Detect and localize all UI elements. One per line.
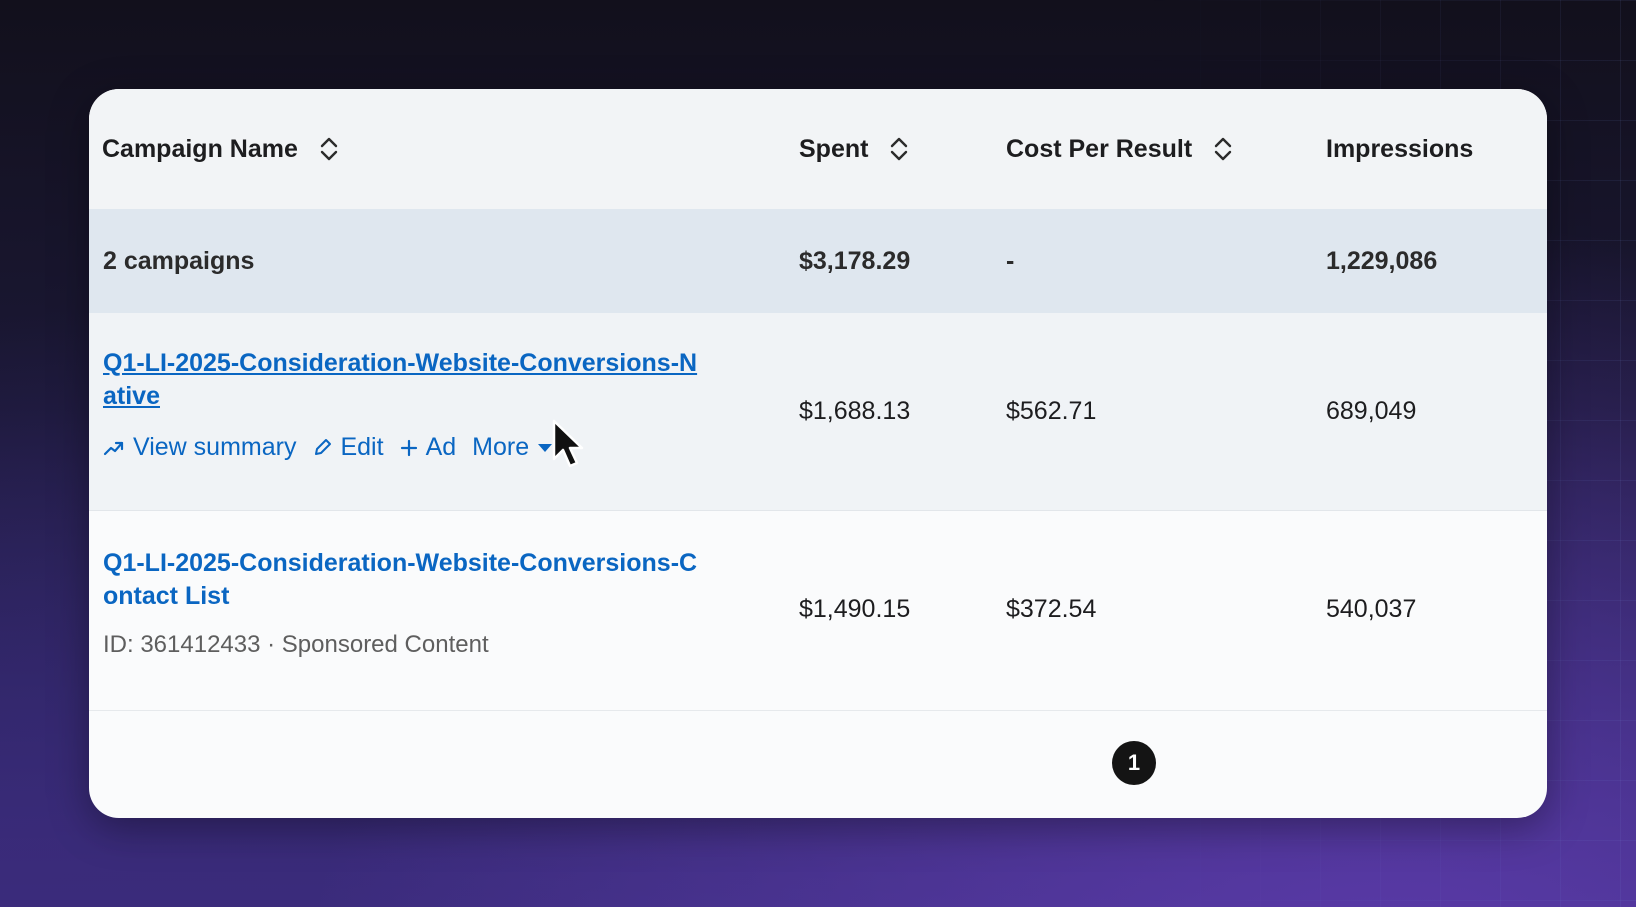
total-impressions: 1,229,086 — [1326, 247, 1438, 275]
campaign-meta: ID: 361412433 · Sponsored Content — [103, 631, 489, 658]
mouse-pointer-icon — [552, 419, 584, 468]
campaign-cost-per-result: $372.54 — [1006, 595, 1097, 623]
column-header-spent[interactable]: Spent — [799, 133, 910, 165]
view-summary-button[interactable]: View summary — [103, 433, 296, 462]
pagination-page-button[interactable]: 1 — [1112, 741, 1156, 785]
edit-button[interactable]: Edit — [312, 433, 384, 462]
trend-up-icon — [103, 441, 124, 455]
column-header-impressions[interactable]: Impressions — [1326, 133, 1473, 165]
sort-icon[interactable] — [318, 135, 340, 163]
campaign-name-link[interactable]: Q1-LI-2025-Consideration-Website-Convers… — [103, 347, 703, 413]
column-header-label: Cost Per Result — [1006, 134, 1193, 163]
column-header-label: Spent — [799, 134, 869, 163]
table-row: Q1-LI-2025-Consideration-Website-Convers… — [89, 313, 1547, 511]
total-row: 2 campaigns $3,178.29 - 1,229,086 — [89, 209, 1547, 313]
campaign-spent: $1,688.13 — [799, 397, 911, 425]
more-label: More — [472, 433, 530, 461]
column-header-campaign-name[interactable]: Campaign Name — [102, 133, 340, 165]
total-spent: $3,178.29 — [799, 247, 911, 275]
plus-icon — [400, 439, 417, 456]
column-header-label: Campaign Name — [102, 134, 298, 163]
table-row: Q1-LI-2025-Consideration-Website-Convers… — [89, 511, 1547, 711]
campaign-table-card: Campaign Name Spent Cost Per Result Impr… — [89, 89, 1547, 818]
add-ad-label: Ad — [425, 433, 457, 461]
campaign-cost-per-result: $562.71 — [1006, 397, 1097, 425]
campaign-impressions: 689,049 — [1326, 397, 1417, 425]
column-header-cost-per-result[interactable]: Cost Per Result — [1006, 133, 1234, 165]
sort-icon[interactable] — [1212, 135, 1234, 163]
pencil-icon — [315, 438, 332, 455]
view-summary-label: View summary — [133, 433, 297, 461]
table-header: Campaign Name Spent Cost Per Result Impr… — [89, 89, 1547, 209]
campaign-actions: View summary Edit Ad More — [103, 433, 553, 462]
column-header-label: Impressions — [1326, 134, 1474, 163]
campaign-spent: $1,490.15 — [799, 595, 911, 623]
total-label: 2 campaigns — [103, 247, 255, 275]
more-dropdown-button[interactable]: More — [472, 433, 553, 462]
sort-icon[interactable] — [888, 135, 910, 163]
campaign-name-link[interactable]: Q1-LI-2025-Consideration-Website-Convers… — [103, 547, 703, 613]
add-ad-button[interactable]: Ad — [400, 433, 457, 462]
total-cost-per-result: - — [1006, 247, 1015, 275]
edit-label: Edit — [340, 433, 384, 461]
campaign-impressions: 540,037 — [1326, 595, 1417, 623]
